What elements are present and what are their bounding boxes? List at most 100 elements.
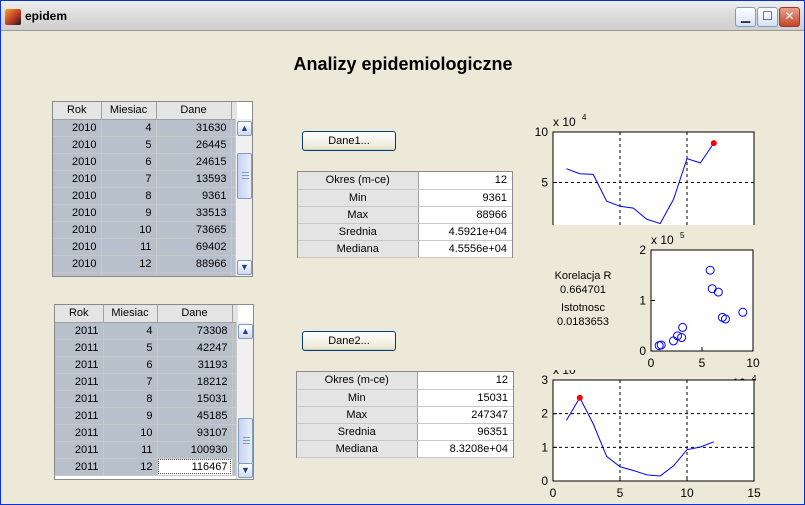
cell-dane[interactable]: 18212: [157, 373, 233, 391]
cell-dane[interactable]: 69402: [156, 238, 232, 256]
stats-value[interactable]: 4.5921e+04: [418, 223, 512, 241]
cell-miesiac[interactable]: 4: [103, 322, 158, 340]
cell-dane[interactable]: 93107: [157, 424, 233, 442]
cell-rok[interactable]: 2010: [53, 187, 102, 205]
table-row[interactable]: 2010 10 73665: [53, 221, 237, 239]
stats-value[interactable]: 4.5556e+04: [418, 240, 512, 258]
cell-rok[interactable]: 2011: [55, 339, 104, 357]
column-header-miesiac[interactable]: Miesiac: [103, 305, 158, 323]
data-table-2[interactable]: Rok Miesiac Dane 2011 4 73308 2011 5 42247 201…: [54, 304, 254, 480]
cell-rok[interactable]: 2010: [53, 238, 102, 256]
stats-value[interactable]: 12: [418, 172, 512, 190]
cell-rok[interactable]: 2011: [55, 407, 104, 425]
stats-table-2[interactable]: Okres (m-ce) 12 Min 15031 Max 247347 Srednia 96…: [296, 371, 514, 458]
cell-dane[interactable]: 73665: [156, 221, 232, 239]
close-button[interactable]: ✕: [779, 7, 800, 27]
cell-miesiac[interactable]: 4: [101, 119, 157, 137]
scatter-chart[interactable]: 0510012x 105x 104: [628, 232, 768, 392]
cell-rok[interactable]: 2011: [55, 373, 104, 391]
cell-dane[interactable]: 45185: [157, 407, 233, 425]
cell-rok[interactable]: 2011: [55, 441, 104, 459]
column-header-miesiac[interactable]: Miesiac: [101, 102, 157, 120]
cell-miesiac[interactable]: 5: [103, 339, 158, 357]
dane2-button[interactable]: Dane2...: [302, 331, 396, 351]
table-row[interactable]: 2011 9 45185: [55, 407, 238, 425]
stats-value[interactable]: 8.3208e+04: [417, 440, 513, 458]
cell-rok[interactable]: 2011: [55, 424, 104, 442]
cell-dane[interactable]: 31630: [156, 119, 232, 137]
scroll-thumb[interactable]: [237, 153, 252, 199]
minimize-button[interactable]: ▁: [735, 7, 756, 27]
table-2-scrollbar[interactable]: ▲ ▼: [236, 322, 253, 479]
cell-miesiac[interactable]: 6: [103, 356, 158, 374]
scroll-up-icon[interactable]: ▲: [237, 121, 252, 136]
stats-value[interactable]: 88966: [418, 206, 512, 224]
cell-rok[interactable]: 2010: [53, 153, 102, 171]
cell-miesiac[interactable]: 11: [101, 238, 157, 256]
cell-rok[interactable]: 2011: [55, 356, 104, 374]
cell-dane[interactable]: 116467: [157, 458, 233, 476]
table-1-scrollbar[interactable]: ▲ ▼: [235, 119, 252, 276]
cell-dane[interactable]: 42247: [157, 339, 233, 357]
stats-value[interactable]: 9361: [418, 189, 512, 207]
table-row[interactable]: 2010 9 33513: [53, 204, 237, 222]
cell-miesiac[interactable]: 7: [103, 373, 158, 391]
table-row[interactable]: 2010 11 69402: [53, 238, 237, 256]
cell-dane[interactable]: 103147: [156, 272, 232, 276]
cell-dane[interactable]: 24615: [156, 153, 232, 171]
table-row[interactable]: 2010 12 88966: [53, 255, 237, 273]
cell-miesiac[interactable]: 12: [101, 255, 157, 273]
cell-dane[interactable]: 73308: [157, 322, 233, 340]
cell-dane[interactable]: 88966: [156, 255, 232, 273]
cell-miesiac[interactable]: 11: [103, 441, 158, 459]
table-row[interactable]: 2011 4 73308: [55, 322, 238, 340]
cell-rok[interactable]: 2010: [53, 119, 102, 137]
maximize-button[interactable]: ☐: [757, 7, 778, 27]
cell-rok[interactable]: 2011: [55, 322, 104, 340]
table-row[interactable]: 20111103147: [53, 272, 237, 276]
table-row[interactable]: 2010 5 26445: [53, 136, 237, 154]
title-bar[interactable]: epidem ▁ ☐ ✕: [1, 1, 804, 31]
cell-miesiac[interactable]: 5: [101, 136, 157, 154]
stats-table-1[interactable]: Okres (m-ce) 12 Min 9361 Max 88966 Srednia 4.59…: [297, 171, 513, 258]
table-row[interactable]: 2010 6 24615: [53, 153, 237, 171]
cell-miesiac[interactable]: 7: [101, 170, 157, 188]
cell-miesiac[interactable]: 9: [101, 204, 157, 222]
scroll-thumb[interactable]: [238, 418, 253, 464]
data-table-1[interactable]: Rok Miesiac Dane 2010 4 31630 2010 5 26445 201…: [52, 101, 253, 277]
cell-rok[interactable]: 2010: [53, 221, 102, 239]
scroll-up-icon[interactable]: ▲: [238, 324, 253, 339]
cell-miesiac[interactable]: 6: [101, 153, 157, 171]
table-row[interactable]: 2010 8 9361: [53, 187, 237, 205]
table-row[interactable]: 2011 7 18212: [55, 373, 238, 391]
cell-miesiac[interactable]: 1: [101, 272, 157, 276]
cell-dane[interactable]: 31193: [157, 356, 233, 374]
column-header-dane[interactable]: Dane: [157, 305, 233, 323]
column-header-rok[interactable]: Rok: [55, 305, 104, 323]
table-row[interactable]: 2011 6 31193: [55, 356, 238, 374]
column-header-dane[interactable]: Dane: [156, 102, 232, 120]
table-row[interactable]: 2011 11 100930: [55, 441, 238, 459]
stats-value[interactable]: 15031: [417, 389, 513, 407]
cell-dane[interactable]: 13593: [156, 170, 232, 188]
cell-miesiac[interactable]: 10: [103, 424, 158, 442]
time-series-chart-1[interactable]: 0510150510x 104: [533, 80, 773, 225]
cell-dane[interactable]: 33513: [156, 204, 232, 222]
cell-dane[interactable]: 100930: [157, 441, 233, 459]
stats-value[interactable]: 12: [417, 372, 513, 390]
dane1-button[interactable]: Dane1...: [302, 131, 396, 151]
table-row[interactable]: 2011 12 116467: [55, 458, 238, 476]
cell-rok[interactable]: 2010: [53, 204, 102, 222]
cell-miesiac[interactable]: 8: [103, 390, 158, 408]
cell-miesiac[interactable]: 12: [103, 458, 158, 476]
cell-miesiac[interactable]: 8: [101, 187, 157, 205]
table-row[interactable]: 2011 5 42247: [55, 339, 238, 357]
table-row[interactable]: 2010 7 13593: [53, 170, 237, 188]
cell-rok[interactable]: 2010: [53, 170, 102, 188]
cell-miesiac[interactable]: 9: [103, 407, 158, 425]
cell-dane[interactable]: 15031: [157, 390, 233, 408]
stats-value[interactable]: 96351: [417, 423, 513, 441]
cell-dane[interactable]: 26445: [156, 136, 232, 154]
cell-rok[interactable]: 2010: [53, 255, 102, 273]
table-row[interactable]: 2011 8 15031: [55, 390, 238, 408]
